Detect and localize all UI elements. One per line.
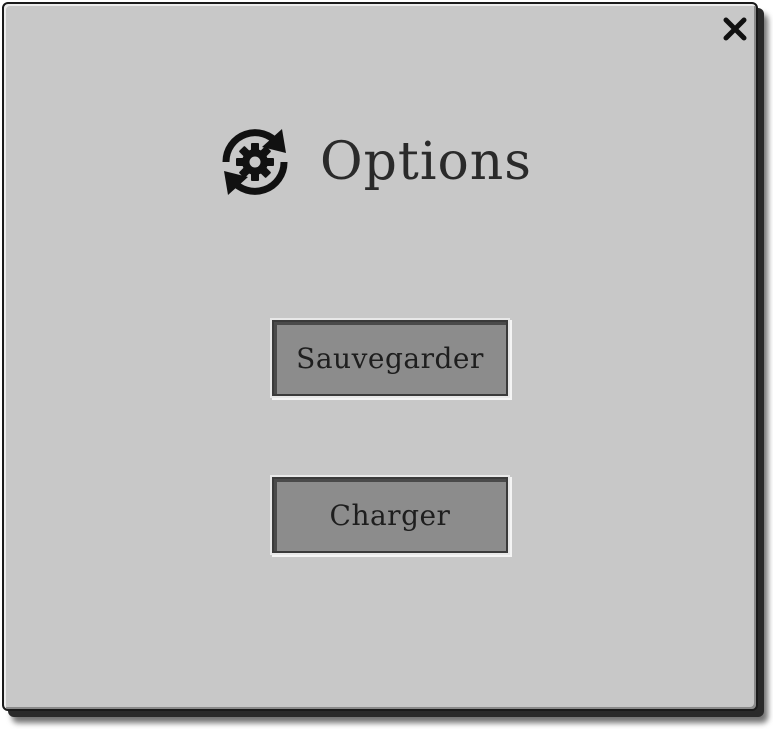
- save-button[interactable]: Sauvegarder: [272, 320, 508, 396]
- close-button[interactable]: [718, 12, 752, 46]
- settings-sync-icon: [212, 119, 298, 205]
- dialog-header: Options: [212, 116, 532, 208]
- dialog-title: Options: [320, 132, 532, 192]
- close-icon: [723, 17, 747, 41]
- options-dialog: Options Sauvegarder Charger: [2, 2, 758, 711]
- load-button[interactable]: Charger: [272, 477, 508, 553]
